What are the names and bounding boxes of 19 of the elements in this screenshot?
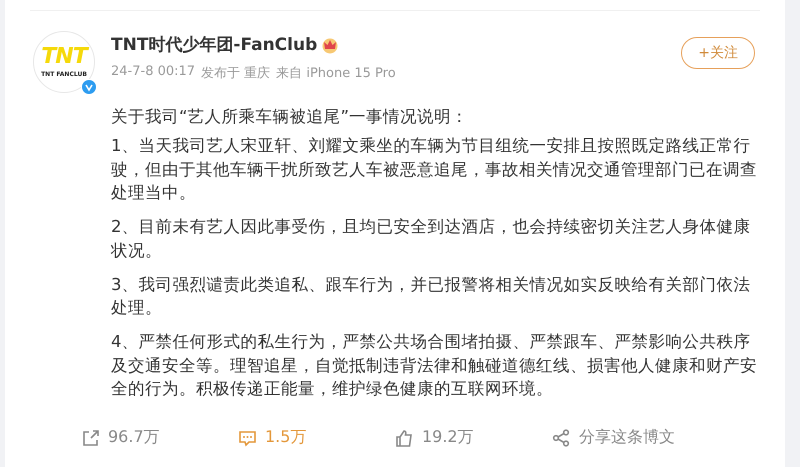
comment-action[interactable]: 1.5万 — [236, 423, 306, 452]
post-meta: 发布于 重庆 — [201, 65, 270, 82]
repost-icon — [80, 428, 100, 448]
share-icon — [550, 428, 571, 448]
repost-action[interactable]: 96.7万 — [80, 423, 160, 452]
post-meta: 24-7-8 00:17 — [111, 64, 196, 81]
share-action[interactable]: 分享这条博文 — [550, 423, 675, 452]
like-action[interactable]: 19.2万 — [394, 423, 474, 452]
post-paragraph: 3、我司强烈谴责此类追私、跟车行为，并已报警将相关情况如实反映给有关部门依法处理。 — [111, 274, 752, 319]
post-meta: 来自 iPhone 15 Pro — [276, 65, 396, 82]
author-name[interactable]: TNT时代少年团-FanClub — [111, 33, 318, 56]
post-paragraph: 1、当天我司艺人宋亚轩、刘耀文乘坐的车辆为节目组统一安排且按照既定路线正常行驶，但由于其他车辆干扰所致艺人车被恶意追尾，事故相关情况交通管理部门已在调查处理当中。 — [111, 135, 758, 204]
post-paragraph: 2、目前未有艺人因此事受伤，且均已安全到达酒店，也会持续密切关注艺人身体健康状况。 — [111, 216, 752, 262]
crown-icon — [321, 36, 340, 54]
post-paragraph: 关于我司“艺人所乘车辆被追尾”一事情况说明： — [111, 106, 470, 128]
thumbs-up-icon — [394, 428, 414, 448]
logo-text: TNT — [41, 46, 87, 68]
post-paragraph: 4、严禁任何形式的私生行为，严禁公共场合围堵拍摄、严禁跟车、严禁影响公共秩序及交通安全等。理智追星，自觉抵制违背法律和触碰道德红线、损害他人健康和财产安全的行为。积极传递正能量，维护绿色健康的互联网环境。 — [111, 331, 758, 400]
follow-button[interactable]: +关注 — [681, 37, 755, 69]
